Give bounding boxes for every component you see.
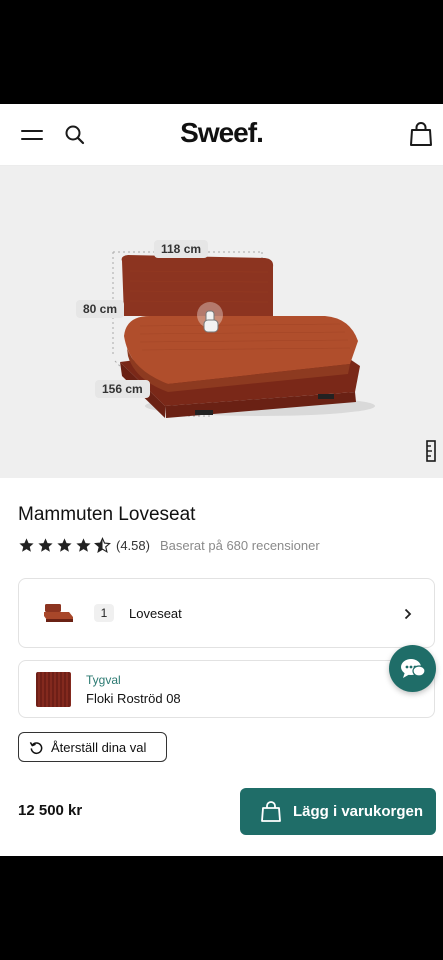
chevron-right-icon bbox=[404, 608, 412, 620]
product-price: 12 500 kr bbox=[18, 802, 83, 819]
model-option-row[interactable]: 1 Loveseat bbox=[18, 578, 435, 648]
shopping-bag-icon bbox=[261, 800, 281, 822]
dimension-depth: 156 cm bbox=[95, 380, 150, 398]
star-full-icon bbox=[57, 537, 72, 552]
quantity-badge: 1 bbox=[94, 604, 114, 622]
review-count[interactable]: Baserat på 680 recensioner bbox=[160, 538, 320, 553]
chat-icon bbox=[401, 659, 426, 678]
reset-label: Återställ dina val bbox=[51, 739, 147, 755]
shopping-bag-icon[interactable] bbox=[409, 121, 433, 147]
rating-value: (4.58) bbox=[116, 537, 150, 553]
product-image[interactable]: 118 cm 80 cm 156 cm bbox=[0, 166, 443, 478]
dimension-height: 80 cm bbox=[76, 300, 125, 318]
ruler-icon[interactable] bbox=[426, 440, 436, 462]
product-rating[interactable]: (4.58) Baserat på 680 recensioner bbox=[18, 536, 320, 554]
star-full-icon bbox=[76, 537, 91, 552]
fabric-swatch bbox=[36, 672, 71, 707]
star-half-icon bbox=[94, 536, 111, 553]
logo-text: Sweef bbox=[180, 117, 257, 148]
reset-selection-button[interactable]: Återställ dina val bbox=[18, 732, 167, 762]
sofa-illustration bbox=[112, 251, 375, 418]
product-page: Sweef. 118 cm 80 cm 156 cm Mammuten Love… bbox=[0, 104, 443, 856]
brand-logo[interactable]: Sweef. bbox=[0, 117, 443, 149]
reset-icon bbox=[29, 741, 43, 754]
site-header: Sweef. bbox=[0, 104, 443, 166]
rating-stars bbox=[18, 536, 111, 554]
star-full-icon bbox=[38, 537, 53, 552]
model-label: Loveseat bbox=[129, 606, 182, 621]
chat-button[interactable] bbox=[389, 645, 436, 692]
dimension-width: 118 cm bbox=[154, 240, 209, 258]
fabric-label: Tygval bbox=[86, 673, 121, 687]
fabric-option-row[interactable]: Tygval Floki Roströd 08 bbox=[18, 660, 435, 718]
loveseat-thumbnail bbox=[44, 604, 73, 622]
add-to-cart-label: Lägg i varukorgen bbox=[293, 803, 424, 820]
add-to-cart-button[interactable]: Lägg i varukorgen bbox=[240, 788, 436, 835]
star-full-icon bbox=[19, 537, 34, 552]
product-title: Mammuten Loveseat bbox=[18, 504, 196, 525]
fabric-name: Floki Roströd 08 bbox=[86, 691, 181, 706]
logo-dot: . bbox=[256, 117, 264, 148]
